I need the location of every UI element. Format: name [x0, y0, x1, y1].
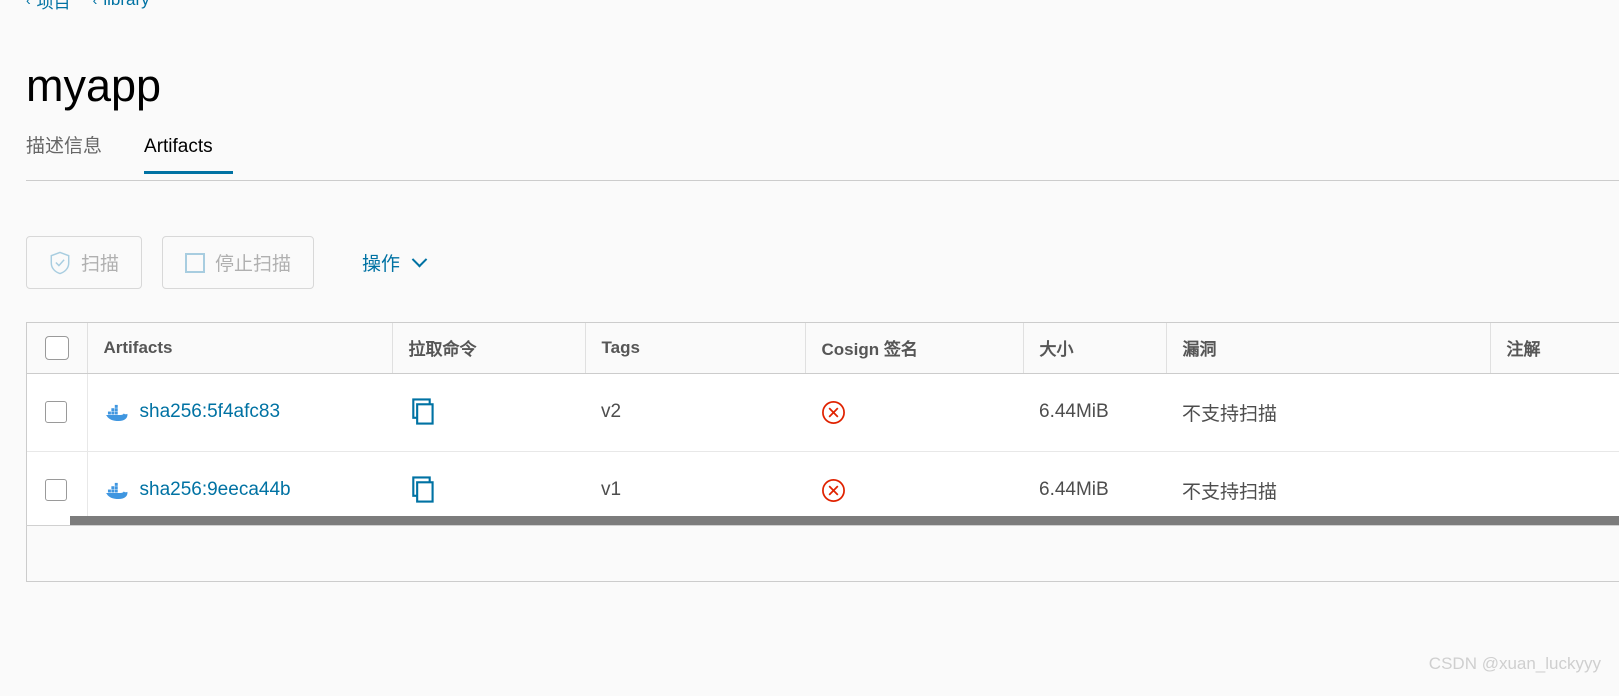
tab-bar: 描述信息 Artifacts: [26, 136, 1619, 181]
vulnerabilities-cell: 不支持扫描: [1166, 373, 1490, 452]
pull-command-cell: [392, 373, 585, 452]
size-cell: 6.44MiB: [1023, 373, 1166, 452]
breadcrumb-label-library: library: [103, 0, 149, 10]
breadcrumb-item-projects[interactable]: ‹ 项目: [26, 0, 71, 12]
annotations-cell: [1490, 373, 1619, 452]
chevron-left-icon: ‹: [92, 0, 98, 8]
artifact-digest-link[interactable]: sha256:5f4afc83: [140, 401, 281, 423]
tags-cell: v2: [585, 373, 805, 452]
column-header-annotations[interactable]: 注解: [1490, 323, 1619, 374]
column-header-vulnerabilities[interactable]: 漏洞: [1166, 323, 1491, 374]
breadcrumb-label-projects: 项目: [36, 0, 71, 12]
scan-button-label: 扫描: [81, 254, 120, 275]
copy-icon[interactable]: [408, 476, 435, 504]
row-checkbox[interactable]: [45, 401, 67, 423]
stop-scan-button-label: 停止扫描: [215, 254, 292, 275]
datagrid-footer: [26, 526, 1619, 582]
artifact-cell: sha256:5f4afc83: [87, 373, 392, 452]
chevron-left-icon: ‹: [26, 0, 31, 8]
column-header-size[interactable]: 大小: [1023, 323, 1167, 374]
row-select-cell: [27, 373, 88, 452]
select-all-checkbox[interactable]: [45, 335, 69, 360]
copy-icon[interactable]: [408, 398, 435, 426]
actions-dropdown-label: 操作: [362, 254, 401, 275]
table-row[interactable]: sha256:5f4afc83 v2 6.44MiB 不支持扫描: [27, 373, 1619, 452]
watermark: CSDN @xuan_luckyyy: [1428, 654, 1601, 673]
artifacts-table: Artifacts 拉取命令 Tags Cosign 签名 大小 漏洞 注解 s…: [27, 323, 1619, 530]
table-body: sha256:5f4afc83 v2 6.44MiB 不支持扫描 sha256:…: [27, 373, 1619, 530]
artifact-digest-link[interactable]: sha256:9eeca44b: [140, 479, 291, 501]
actions-dropdown[interactable]: 操作: [358, 249, 429, 276]
stop-square-icon: [185, 252, 206, 273]
docker-whale-icon: [104, 404, 127, 421]
breadcrumb-item-library[interactable]: ‹ library: [93, 0, 150, 10]
column-header-artifacts[interactable]: Artifacts: [87, 323, 393, 374]
shield-check-icon: [50, 251, 70, 274]
scan-button[interactable]: 扫描: [26, 236, 143, 289]
row-checkbox[interactable]: [45, 479, 67, 501]
stop-scan-button[interactable]: 停止扫描: [162, 236, 315, 289]
circle-x-icon: [822, 400, 845, 424]
select-all-header: [27, 323, 88, 374]
cosign-signature-cell: [805, 373, 1023, 452]
docker-whale-icon: [104, 482, 127, 499]
table-header: Artifacts 拉取命令 Tags Cosign 签名 大小 漏洞 注解: [27, 323, 1619, 374]
column-header-cosign-signature[interactable]: Cosign 签名: [805, 323, 1024, 374]
column-header-pull-command[interactable]: 拉取命令: [392, 323, 586, 374]
tab-artifacts[interactable]: Artifacts: [144, 136, 233, 174]
column-header-tags[interactable]: Tags: [585, 323, 806, 374]
breadcrumb: ‹ 项目 ‹ library: [26, 0, 150, 12]
chevron-down-icon: [411, 251, 428, 268]
tab-description-label: 描述信息: [26, 136, 103, 157]
tab-description[interactable]: 描述信息: [26, 136, 120, 173]
table-header-row: Artifacts 拉取命令 Tags Cosign 签名 大小 漏洞 注解: [27, 323, 1619, 374]
action-toolbar: 扫描 停止扫描 操作: [26, 236, 429, 289]
page-title: myapp: [26, 60, 162, 111]
circle-x-icon: [822, 478, 845, 502]
horizontal-scrollbar[interactable]: [70, 516, 1619, 525]
tab-artifacts-label: Artifacts: [144, 136, 213, 157]
